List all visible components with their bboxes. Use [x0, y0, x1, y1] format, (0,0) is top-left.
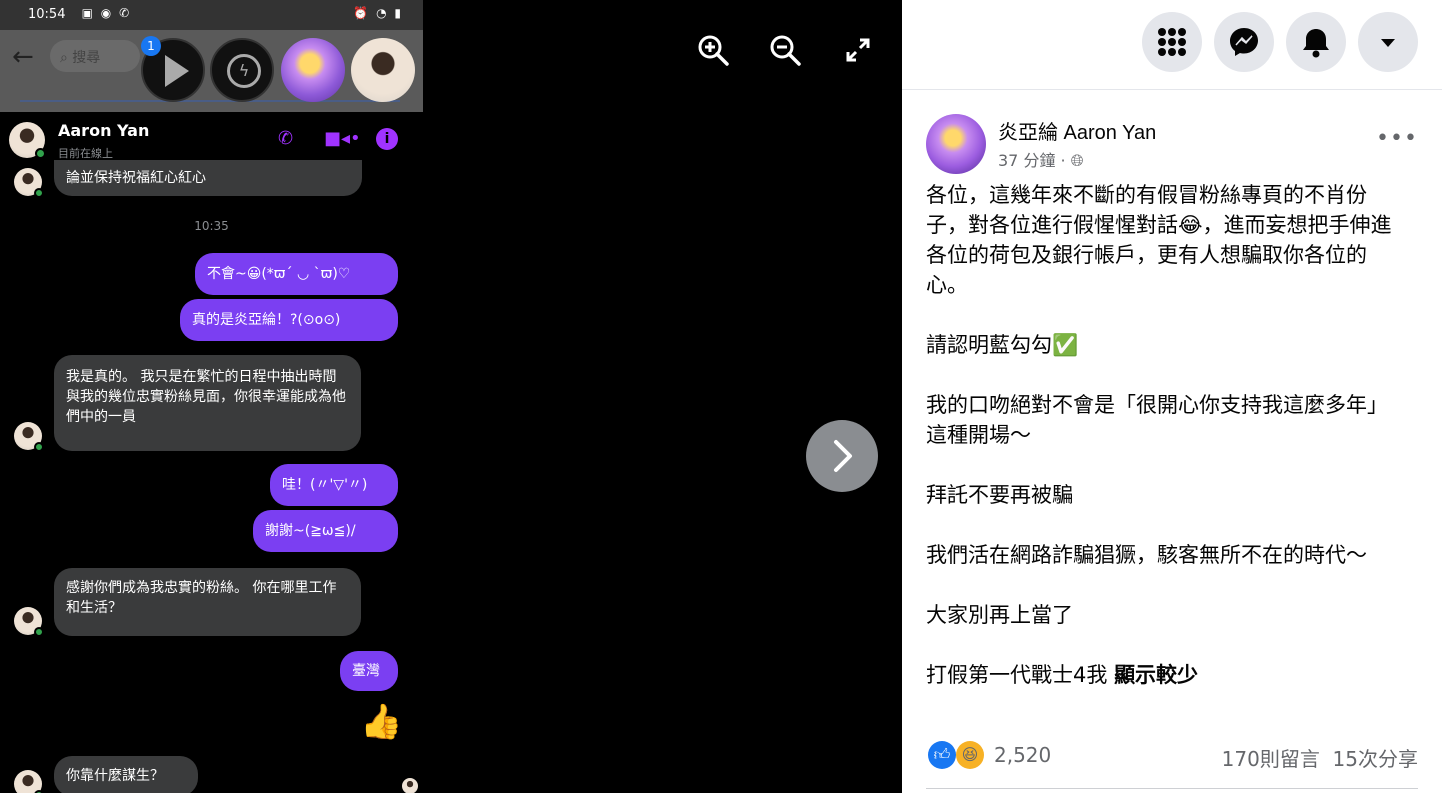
- messenger-chat-head: ϟ: [210, 38, 274, 102]
- notifications-button[interactable]: [1286, 12, 1346, 72]
- top-nav-bar: [902, 0, 1442, 90]
- grid-menu-icon: [1158, 28, 1186, 56]
- status-icons-left: ▣ ◉ ✆: [70, 6, 132, 20]
- info-icon: i: [376, 128, 398, 150]
- video-call-icon: ■◂•: [324, 128, 361, 149]
- more-options-icon[interactable]: •••: [1376, 126, 1418, 151]
- avatar: [14, 422, 44, 452]
- expand-icon[interactable]: [840, 32, 876, 68]
- avatar-chat-head: [281, 38, 345, 102]
- messenger-icon: ϟ: [227, 54, 261, 88]
- reaction-count[interactable]: 2,520: [994, 743, 1051, 767]
- avatar: [14, 168, 44, 198]
- post-paragraph: 大家別再上當了: [926, 603, 1073, 627]
- bell-icon: [1303, 29, 1329, 58]
- post-paragraph: 請認明藍勾勾✅: [926, 333, 1079, 357]
- message-timestamp: 10:35: [194, 219, 229, 233]
- post-timestamp: 37 分鐘 · 🌐︎: [998, 151, 1084, 170]
- haha-reaction-icon[interactable]: 😆︎: [956, 741, 984, 769]
- chevron-right-icon: [834, 440, 852, 472]
- tab-row: [20, 100, 400, 112]
- phone-status-bar: 10:54 ▣ ◉ ✆ ⏰ ◔ ▮: [0, 0, 423, 30]
- message-outgoing: 不會~😀(*ϖ´ ◡ `ϖ)♡: [195, 253, 398, 295]
- post-paragraph: 我的口吻絕對不會是「很開心你支持我這麼多年」這種開場～: [926, 393, 1388, 447]
- message-outgoing: 臺灣: [340, 651, 398, 691]
- post-author[interactable]: 炎亞綸 Aaron Yan: [998, 116, 1156, 145]
- message-incoming: 我是真的。 我只是在繁忙的日程中抽出時間與我的幾位忠實粉絲見面，你很幸運能成為他…: [54, 355, 361, 451]
- post-text: 各位，這幾年來不斷的有假冒粉絲專頁的不肖份子，對各位進行假惺惺對話😂，進而妄想把…: [926, 180, 1408, 690]
- message-outgoing: 謝謝~(≧ω≦)/: [253, 510, 398, 552]
- comment-count[interactable]: 170則留言: [1222, 747, 1320, 771]
- play-icon: [165, 55, 189, 87]
- like-reaction-icon[interactable]: 👍︎: [928, 741, 956, 769]
- photo-viewer: 10:54 ▣ ◉ ✆ ⏰ ◔ ▮ ← ⌕ 搜尋 1 ϟ Aaron Yan 目…: [0, 0, 902, 793]
- messenger-screenshot: 10:54 ▣ ◉ ✆ ⏰ ◔ ▮ ← ⌕ 搜尋 1 ϟ Aaron Yan 目…: [0, 0, 423, 793]
- zoom-in-icon[interactable]: [695, 32, 731, 68]
- message-outgoing: 真的是炎亞綸！?(⊙o⊙): [180, 299, 398, 341]
- search-input: ⌕ 搜尋: [50, 40, 140, 72]
- post-paragraph: 打假第一代戰士4我 顯示較少: [926, 663, 1199, 687]
- avatar[interactable]: [926, 114, 986, 174]
- zoom-out-icon[interactable]: [767, 32, 803, 68]
- read-receipt-avatar: [402, 778, 418, 793]
- messenger-button[interactable]: [1214, 12, 1274, 72]
- contact-status: 目前在線上: [58, 147, 113, 160]
- message-incoming: 你靠什麼謀生？: [54, 756, 198, 793]
- phone-call-icon: ✆: [278, 128, 294, 149]
- next-photo-button[interactable]: [806, 420, 878, 492]
- chevron-down-icon: [1381, 39, 1395, 47]
- message-outgoing: 哇！(〃'▽'〃): [270, 464, 398, 506]
- notification-badge: 1: [141, 36, 161, 56]
- online-indicator: [35, 148, 46, 159]
- messenger-icon: [1230, 28, 1258, 56]
- menu-button[interactable]: [1142, 12, 1202, 72]
- avatar: [14, 770, 44, 793]
- contact-name: Aaron Yan: [58, 121, 150, 140]
- post-paragraph: 我們活在網路詐騙猖獗，駭客無所不在的時代～: [926, 543, 1367, 567]
- globe-icon: 🌐︎: [1070, 151, 1084, 170]
- see-less-link[interactable]: 顯示較少: [1114, 663, 1198, 687]
- post-stats: 👍︎ 😆︎ 2,520 170則留言 15次分享: [926, 738, 1418, 778]
- status-icons-right: ⏰ ◔ ▮: [353, 6, 403, 20]
- back-arrow-icon: ←: [12, 42, 34, 72]
- post-paragraph: 拜託不要再被騙: [926, 483, 1073, 507]
- message-incoming: 論並保持祝福紅心紅心: [54, 160, 362, 196]
- contact-chat-head: [351, 38, 415, 102]
- thumbs-up-icon: 👍: [360, 702, 403, 742]
- post-paragraph: 各位，這幾年來不斷的有假冒粉絲專頁的不肖份子，對各位進行假惺惺對話😂，進而妄想把…: [926, 183, 1392, 297]
- share-count[interactable]: 15次分享: [1333, 747, 1418, 771]
- message-incoming: 感謝你們成為我忠實的粉絲。 你在哪里工作和生活？: [54, 568, 361, 636]
- account-button[interactable]: [1358, 12, 1418, 72]
- status-time: 10:54: [28, 7, 66, 22]
- post-panel: 炎亞綸 Aaron Yan 37 分鐘 · 🌐︎ ••• 各位，這幾年來不斷的有…: [902, 0, 1442, 793]
- avatar: [14, 607, 44, 637]
- divider: [926, 788, 1418, 789]
- comments-shares: 170則留言 15次分享: [1222, 743, 1418, 772]
